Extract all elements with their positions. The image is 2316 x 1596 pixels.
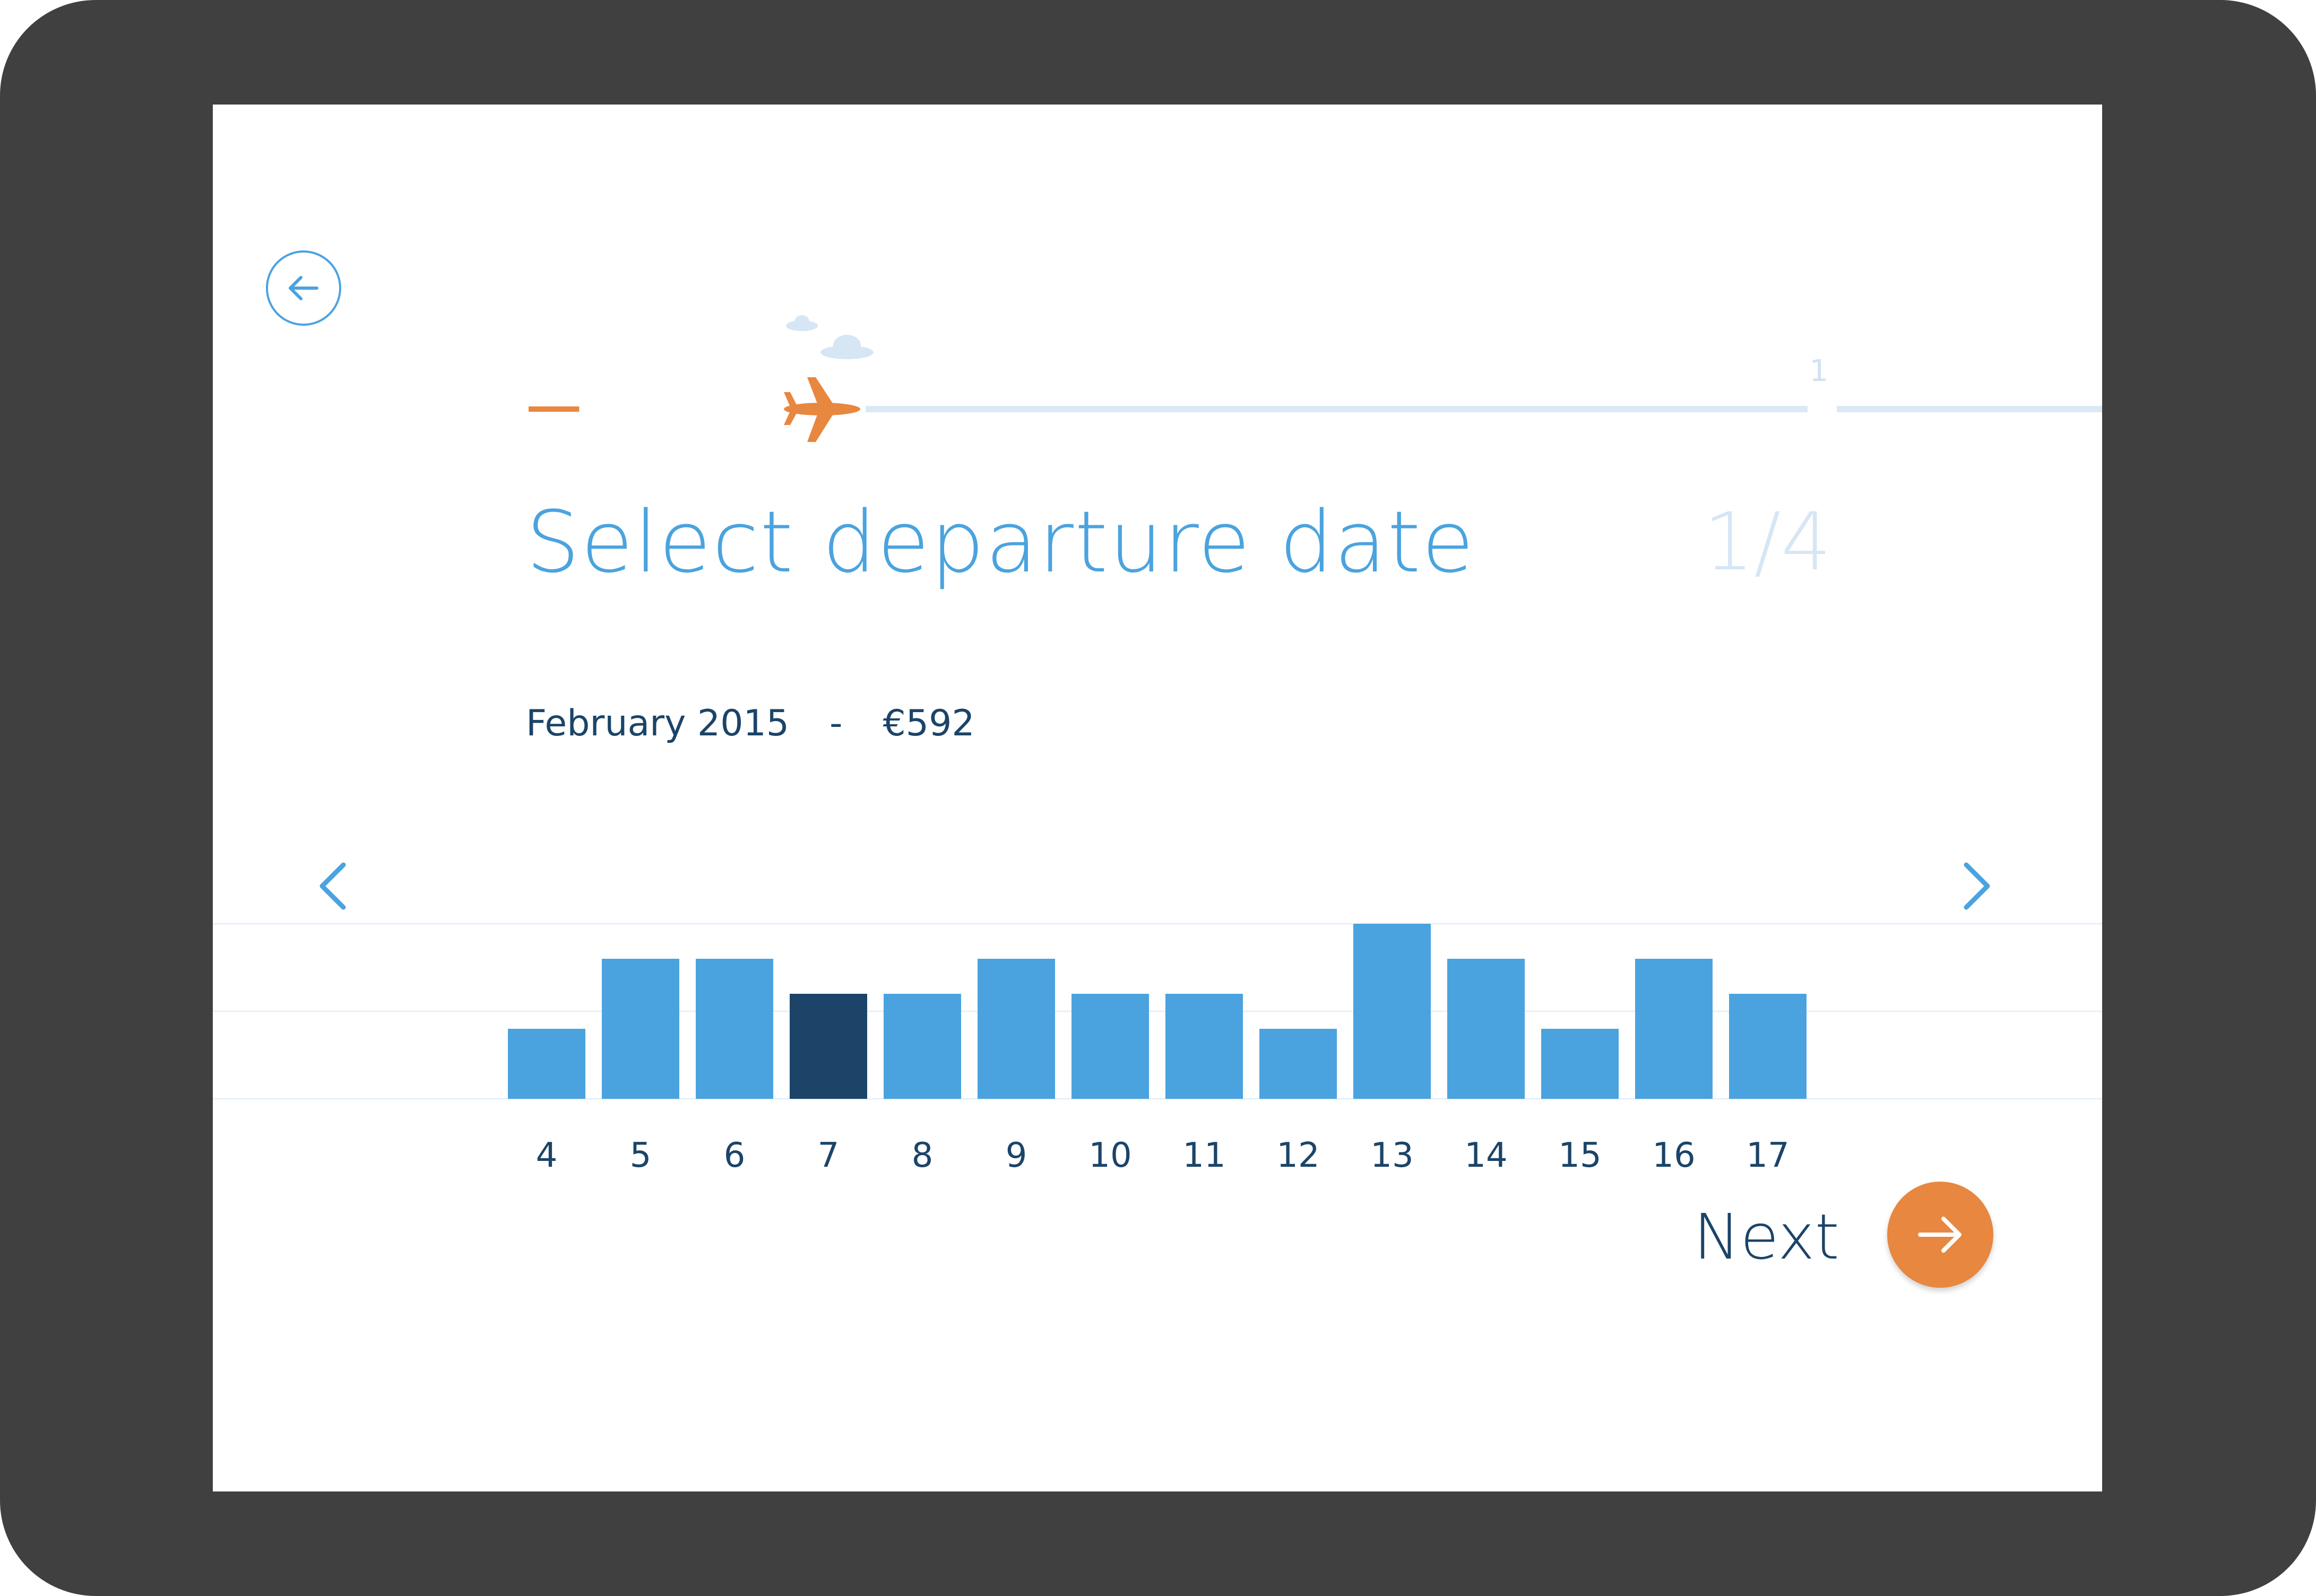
cloud-icon bbox=[786, 315, 874, 359]
next-label[interactable]: Next bbox=[1693, 1205, 1839, 1268]
chart-canvas: 4 5 6 7 8 9 10 11 12 13 14 15 16 17 bbox=[213, 923, 2102, 1175]
date-bar-11[interactable] bbox=[1165, 994, 1243, 1099]
date-label-14: 14 bbox=[1464, 1136, 1507, 1175]
app-screen: 1 Select departure date 1/4 February 201… bbox=[213, 105, 2102, 1491]
date-bar-13[interactable] bbox=[1353, 924, 1431, 1099]
previous-dates-button[interactable] bbox=[302, 849, 366, 923]
step-counter: 1/4 bbox=[1703, 496, 1831, 588]
airplane-icon bbox=[784, 377, 860, 442]
date-bar-6[interactable] bbox=[696, 959, 773, 1099]
date-bar-5[interactable] bbox=[602, 959, 679, 1099]
date-price-chart: 4 5 6 7 8 9 10 11 12 13 14 15 16 17 bbox=[213, 741, 2102, 1219]
date-label-5: 5 bbox=[630, 1136, 652, 1175]
date-label-9: 9 bbox=[1006, 1136, 1027, 1175]
date-label-8: 8 bbox=[912, 1136, 934, 1175]
date-label-17: 17 bbox=[1746, 1136, 1789, 1175]
date-bar-8[interactable] bbox=[884, 994, 961, 1099]
date-label-16: 16 bbox=[1652, 1136, 1695, 1175]
date-label-13: 13 bbox=[1370, 1136, 1413, 1175]
subtitle-separator: - bbox=[829, 702, 843, 744]
date-bar-9[interactable] bbox=[978, 959, 1055, 1099]
date-bar-14[interactable] bbox=[1447, 959, 1525, 1099]
price-label: €592 bbox=[883, 702, 975, 744]
next-dates-button[interactable] bbox=[1944, 849, 2008, 923]
date-bar-15[interactable] bbox=[1541, 1029, 1619, 1099]
date-bar-4[interactable] bbox=[508, 1029, 585, 1099]
date-label-10: 10 bbox=[1088, 1136, 1131, 1175]
date-bar-10[interactable] bbox=[1071, 994, 1149, 1099]
date-label-7: 7 bbox=[818, 1136, 840, 1175]
date-label-6: 6 bbox=[724, 1136, 746, 1175]
date-label-12: 12 bbox=[1276, 1136, 1319, 1175]
next-button[interactable] bbox=[1887, 1182, 1993, 1288]
month-label: February 2015 bbox=[526, 702, 789, 744]
arrow-right-icon bbox=[1918, 1217, 1961, 1253]
page-title: Select departure date bbox=[526, 492, 1475, 592]
trip-progress bbox=[213, 105, 2102, 476]
subtitle: February 2015- €592 bbox=[526, 706, 975, 742]
date-bar-16[interactable] bbox=[1635, 959, 1713, 1099]
date-label-11: 11 bbox=[1182, 1136, 1225, 1175]
tablet-frame: 1 Select departure date 1/4 February 201… bbox=[0, 0, 2316, 1596]
date-bar-17[interactable] bbox=[1729, 994, 1807, 1099]
date-bar-12[interactable] bbox=[1259, 1029, 1337, 1099]
date-label-15: 15 bbox=[1558, 1136, 1601, 1175]
step-marker: 1 bbox=[1809, 354, 1828, 388]
next-step: Next bbox=[1693, 1182, 2012, 1293]
chevron-right-icon bbox=[1964, 862, 1990, 910]
chevron-left-icon bbox=[319, 862, 346, 910]
date-label-4: 4 bbox=[536, 1136, 558, 1175]
date-bar-7[interactable] bbox=[790, 994, 867, 1099]
